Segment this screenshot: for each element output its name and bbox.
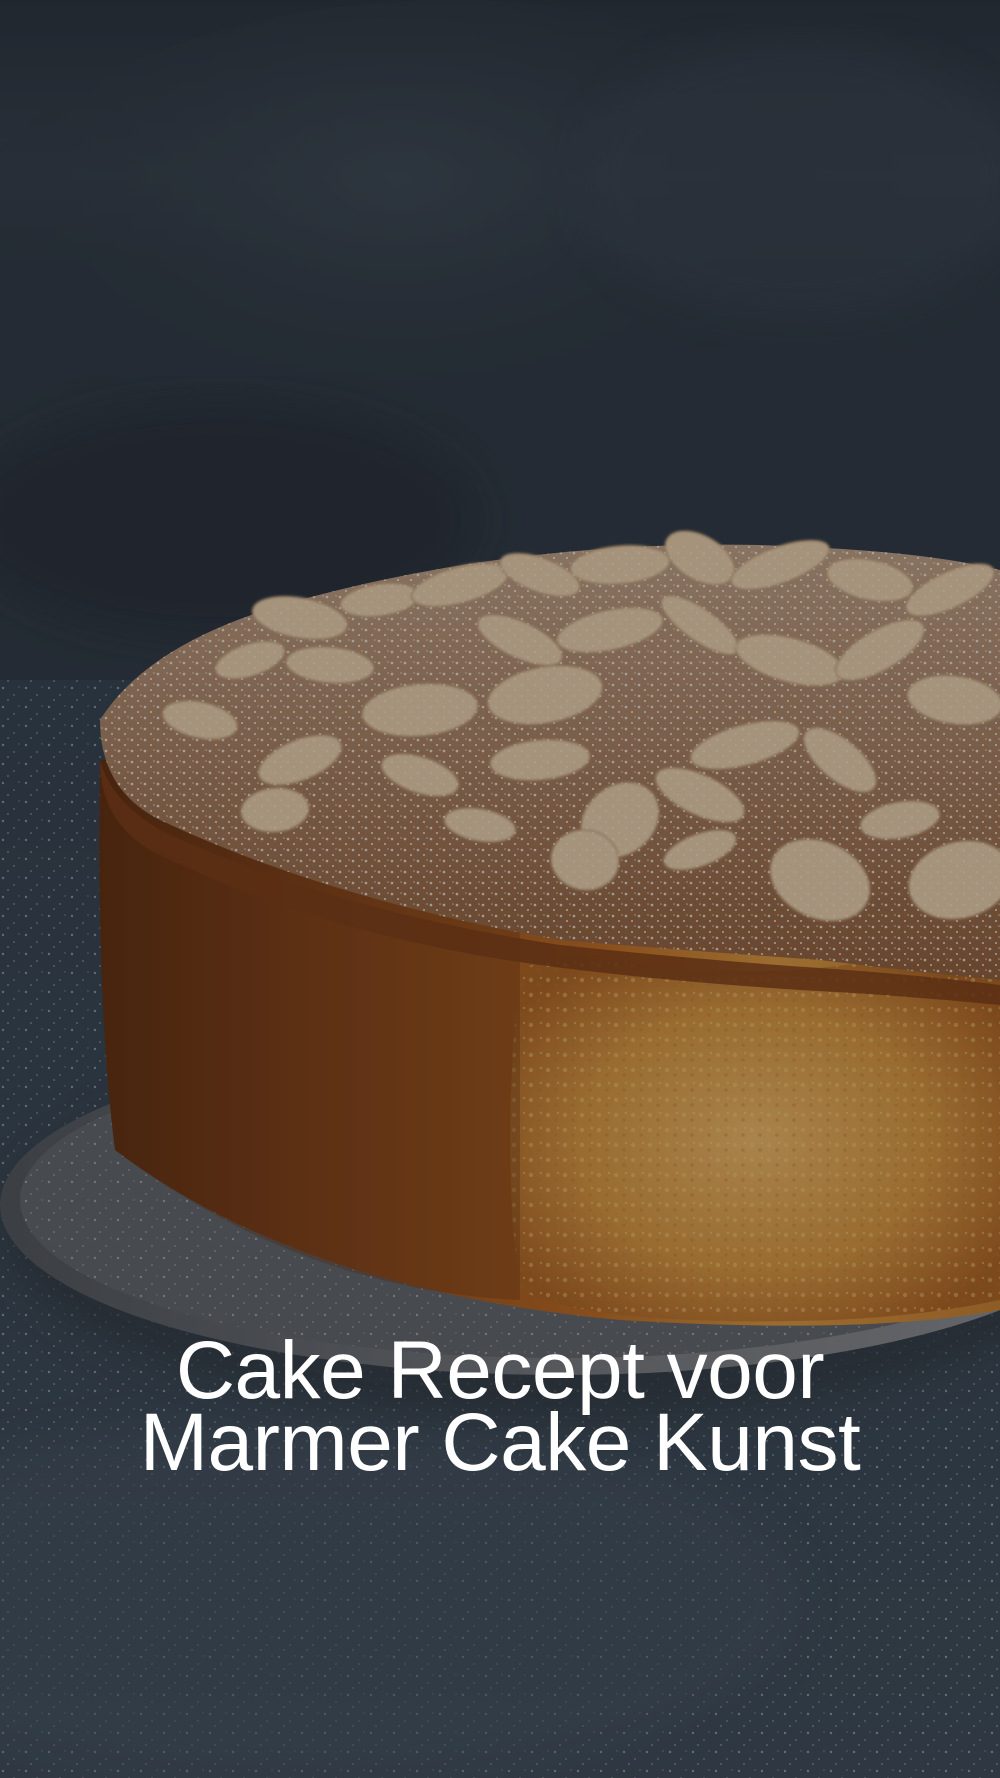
darkening-overlay (0, 0, 1000, 1778)
recipe-title-line-2: Marmer Cake Kunst (139, 1397, 861, 1488)
recipe-poster: Cake Recept voor Marmer Cake Kunst (0, 0, 1000, 1778)
recipe-title: Cake Recept voor Marmer Cake Kunst (0, 1330, 1000, 1488)
